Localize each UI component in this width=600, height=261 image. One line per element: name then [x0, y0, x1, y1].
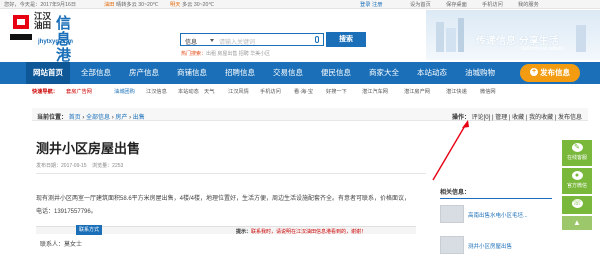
- related-heading: 相关信息：: [440, 187, 552, 199]
- related-sidebar: 相关信息： 高南出售水电小区毛坯... 测井小区房屋出售: [440, 187, 552, 261]
- floating-toolbar: ✎ 在线客服 ● 官方微信 ☏ ▲: [562, 140, 592, 230]
- phone-button[interactable]: ☏: [562, 196, 592, 214]
- article-meta: 发布日期：2017-09-15 浏览量：2253: [36, 162, 123, 169]
- page-title: 测井小区房屋出售: [36, 141, 141, 156]
- thumbnail-image[interactable]: [440, 236, 464, 254]
- online-service-button[interactable]: ✎ 在线客服: [562, 140, 592, 166]
- wechat-icon: ●: [571, 171, 583, 180]
- article-description: 现有测井小区两室一厅建筑面积58.6平方米房屋出售，4楼/4楼，地理位置好，生活…: [36, 196, 411, 215]
- list-item[interactable]: 高南出售水电小区毛坯...: [440, 202, 552, 230]
- contact-tip: 提示：联系我时，请说明在江汉油田信息港看到的，谢谢！: [236, 228, 366, 235]
- related-link[interactable]: 高南出售水电小区毛坯...: [468, 211, 528, 219]
- contact-person: 联系人：莫女士: [40, 239, 82, 248]
- list-item[interactable]: 测井小区房屋出售: [440, 233, 552, 261]
- wechat-label: 官方微信: [566, 183, 587, 189]
- tab-contact[interactable]: 联系方式: [76, 225, 102, 235]
- divider: [36, 173, 426, 174]
- wechat-button[interactable]: ● 官方微信: [562, 168, 592, 194]
- tip-text: 联系我时，请说明在江汉油田信息港看到的，谢谢！: [251, 229, 367, 235]
- view-count: 2253: [112, 163, 124, 169]
- thumbnail-image[interactable]: [440, 205, 464, 223]
- phone-icon: ☏: [571, 199, 583, 208]
- date-label: 发布日期：: [36, 163, 62, 169]
- contact-label: 联系人：: [40, 242, 65, 248]
- views-label: 浏览量：: [92, 163, 113, 169]
- chat-icon: ✎: [571, 143, 583, 152]
- online-service-label: 在线客服: [566, 155, 587, 161]
- tip-label: 提示：: [236, 229, 252, 235]
- contact-bar: 联系方式 提示：联系我时，请说明在江汉油田信息港看到的，谢谢！: [36, 225, 416, 235]
- contact-name: 莫女士: [64, 242, 83, 248]
- publish-date: 2017-09-15: [61, 163, 87, 169]
- back-to-top-button[interactable]: ▲: [562, 216, 592, 230]
- related-link[interactable]: 测井小区房屋出售: [468, 242, 512, 250]
